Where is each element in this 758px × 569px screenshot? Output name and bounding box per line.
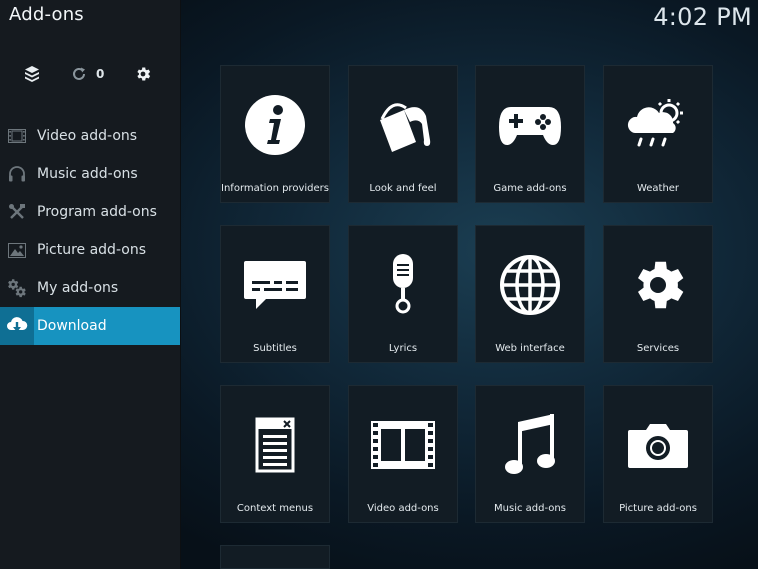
tile-information-providers[interactable]: Information providers bbox=[220, 65, 330, 203]
sidebar-toolbar: 0 bbox=[0, 58, 180, 90]
film-icon bbox=[0, 117, 34, 155]
tile-label: Lyrics bbox=[388, 343, 418, 354]
sidebar-item-program-addons[interactable]: Program add-ons bbox=[0, 193, 180, 231]
gears-icon bbox=[0, 269, 34, 307]
tile-partial-next-row[interactable] bbox=[220, 545, 330, 569]
sidebar-item-download[interactable]: Download bbox=[0, 307, 180, 345]
paint-bucket-icon bbox=[349, 80, 457, 170]
sidebar-item-label: Music add-ons bbox=[37, 166, 138, 182]
sidebar-item-label: Video add-ons bbox=[37, 128, 138, 144]
tools-icon bbox=[0, 193, 34, 231]
tile-game-addons[interactable]: Game add-ons bbox=[475, 65, 585, 203]
tile-label: Video add-ons bbox=[367, 503, 439, 514]
tile-label: Picture add-ons bbox=[619, 503, 697, 514]
install-from-zip-icon[interactable] bbox=[22, 64, 42, 84]
tile-subtitles[interactable]: Subtitles bbox=[220, 225, 330, 363]
tile-services[interactable]: Services bbox=[603, 225, 713, 363]
tile-web-interface[interactable]: Web interface bbox=[475, 225, 585, 363]
headphones-icon bbox=[0, 155, 34, 193]
refresh-updates-icon[interactable] bbox=[69, 64, 89, 84]
sidebar-nav: Video add-ons Music add-ons Program add-… bbox=[0, 117, 180, 345]
microphone-icon bbox=[349, 240, 457, 330]
updates-count: 0 bbox=[96, 67, 105, 81]
subtitles-icon bbox=[221, 240, 329, 330]
tile-context-menus[interactable]: Context menus bbox=[220, 385, 330, 523]
sidebar-item-video-addons[interactable]: Video add-ons bbox=[0, 117, 180, 155]
sidebar-item-my-addons[interactable]: My add-ons bbox=[0, 269, 180, 307]
gamepad-icon bbox=[476, 80, 584, 170]
globe-icon bbox=[476, 240, 584, 330]
addons-screen: Add-ons 0 Video add-ons Music add-ons Pr… bbox=[0, 0, 758, 569]
context-menu-icon bbox=[221, 400, 329, 490]
sidebar-item-label: Download bbox=[37, 318, 107, 334]
gear-icon bbox=[604, 240, 712, 330]
tile-label: Weather bbox=[636, 183, 680, 194]
tile-label: Game add-ons bbox=[493, 183, 567, 194]
music-note-icon bbox=[476, 400, 584, 490]
picture-icon bbox=[0, 231, 34, 269]
tile-label: Context menus bbox=[236, 503, 314, 514]
tile-label: Music add-ons bbox=[494, 503, 566, 514]
tile-lyrics[interactable]: Lyrics bbox=[348, 225, 458, 363]
tile-label: Services bbox=[636, 343, 680, 354]
page-title: Add-ons bbox=[9, 4, 84, 25]
camera-icon bbox=[604, 400, 712, 490]
weather-icon bbox=[604, 80, 712, 170]
sidebar-item-label: Picture add-ons bbox=[37, 242, 146, 258]
tile-label: Web interface bbox=[495, 343, 565, 354]
tile-label: Information providers bbox=[221, 183, 329, 194]
film-strip-icon bbox=[349, 400, 457, 490]
sidebar-item-label: My add-ons bbox=[37, 280, 119, 296]
tile-look-and-feel[interactable]: Look and feel bbox=[348, 65, 458, 203]
tile-label: Subtitles bbox=[253, 343, 297, 354]
tile-picture-addons[interactable]: Picture add-ons bbox=[603, 385, 713, 523]
sidebar: Add-ons 0 Video add-ons Music add-ons Pr… bbox=[0, 0, 181, 569]
sidebar-item-picture-addons[interactable]: Picture add-ons bbox=[0, 231, 180, 269]
tile-music-addons[interactable]: Music add-ons bbox=[475, 385, 585, 523]
tile-label: Look and feel bbox=[369, 183, 437, 194]
settings-gear-icon[interactable] bbox=[133, 64, 153, 84]
tile-weather[interactable]: Weather bbox=[603, 65, 713, 203]
tile-video-addons[interactable]: Video add-ons bbox=[348, 385, 458, 523]
cloud-download-icon bbox=[0, 307, 34, 345]
info-icon bbox=[221, 80, 329, 170]
sidebar-item-music-addons[interactable]: Music add-ons bbox=[0, 155, 180, 193]
clock: 4:02 PM bbox=[653, 3, 752, 31]
sidebar-item-label: Program add-ons bbox=[37, 204, 157, 220]
